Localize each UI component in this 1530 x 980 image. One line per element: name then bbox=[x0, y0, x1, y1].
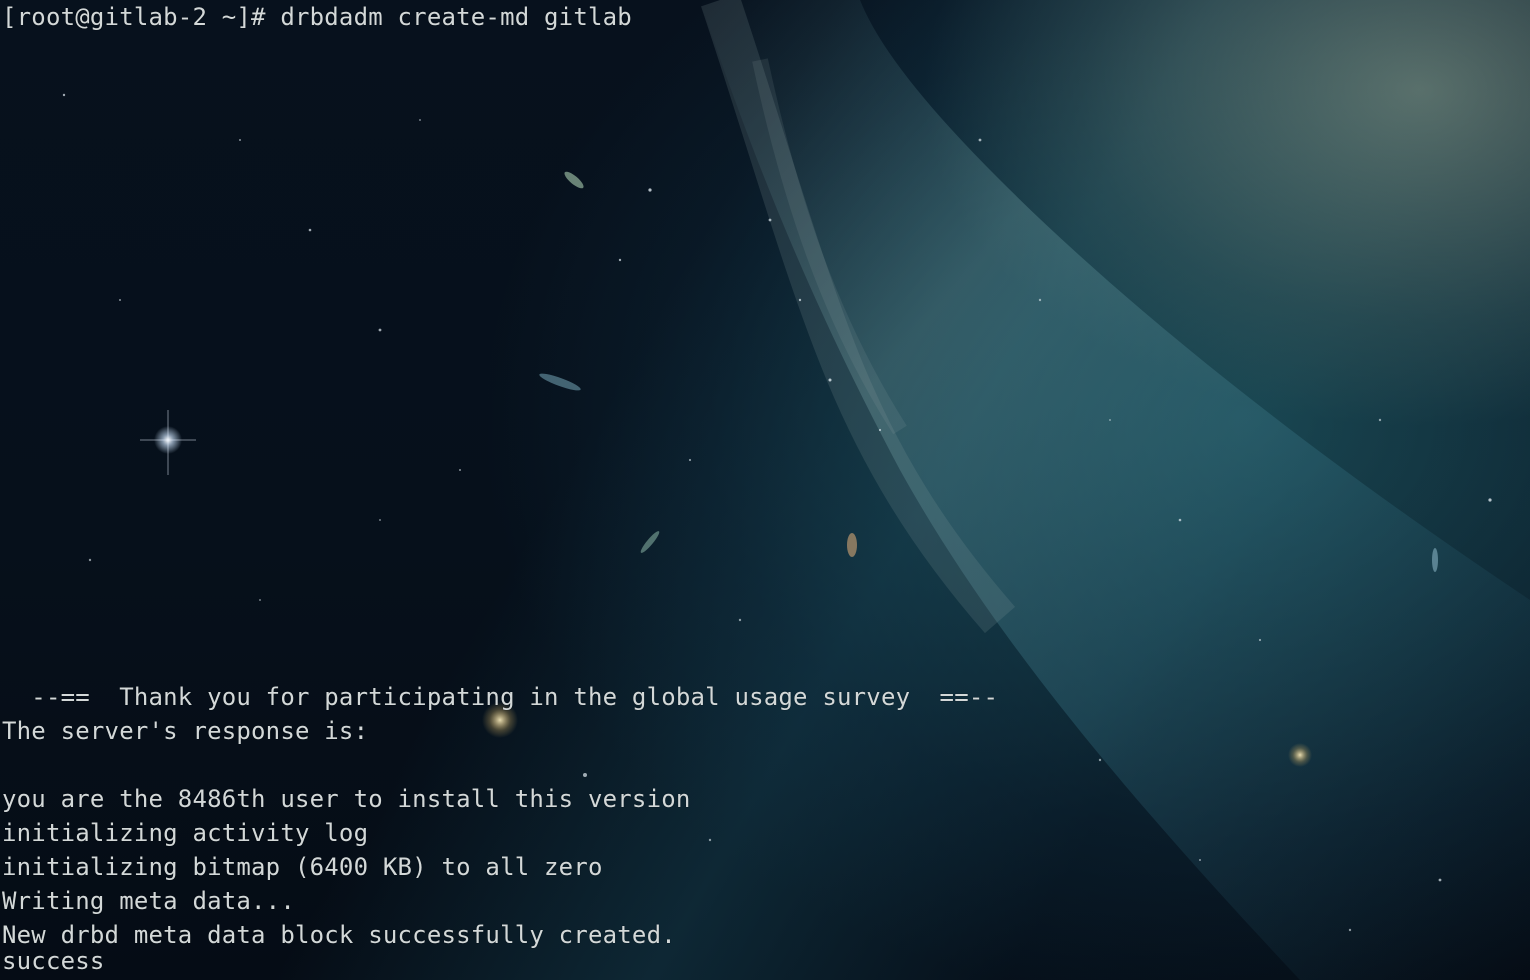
terminal-output[interactable]: [root@gitlab-2 ~]# drbdadm create-md git… bbox=[0, 0, 1530, 980]
output-line: success bbox=[2, 947, 105, 975]
output-line: initializing bitmap (6400 KB) to all zer… bbox=[2, 853, 603, 881]
terminal-window[interactable]: [root@gitlab-2 ~]# drbdadm create-md git… bbox=[0, 0, 1530, 980]
output-line: you are the 8486th user to install this … bbox=[2, 785, 691, 813]
command-prompt-line: [root@gitlab-2 ~]# drbdadm create-md git… bbox=[2, 3, 632, 31]
output-line: initializing activity log bbox=[2, 819, 369, 847]
output-line: --== Thank you for participating in the … bbox=[2, 683, 999, 711]
output-line: Writing meta data... bbox=[2, 887, 295, 915]
output-line: The server's response is: bbox=[2, 717, 369, 745]
